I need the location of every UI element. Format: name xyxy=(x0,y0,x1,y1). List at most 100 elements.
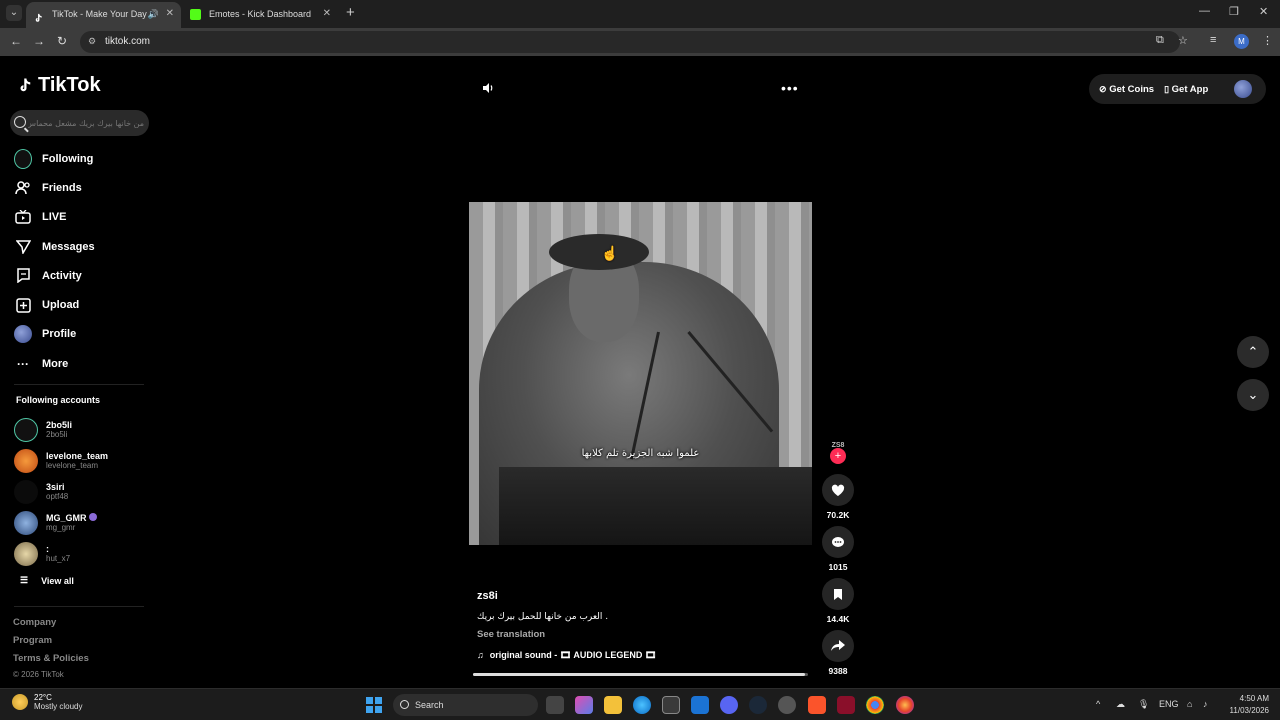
mail-icon[interactable] xyxy=(691,696,709,714)
taskbar-search[interactable]: Search xyxy=(393,694,538,716)
language-indicator[interactable]: ENG xyxy=(1159,699,1179,709)
save-action[interactable]: 14.4K xyxy=(822,578,854,624)
discord-icon[interactable] xyxy=(720,696,738,714)
brave-icon[interactable] xyxy=(808,696,826,714)
close-window-icon[interactable]: ✕ xyxy=(1259,5,1268,18)
media-control-icon[interactable]: ≡ xyxy=(1210,34,1216,46)
tab-close-icon[interactable]: ✕ xyxy=(166,2,174,26)
sidebar-item-more[interactable]: ··· More xyxy=(14,349,154,378)
see-translation-link[interactable]: See translation xyxy=(477,629,817,640)
firefox-icon[interactable] xyxy=(896,696,914,714)
sidebar-item-friends[interactable]: Friends xyxy=(14,173,154,202)
sidebar-item-label: Messages xyxy=(42,240,95,253)
new-tab-button[interactable]: + xyxy=(346,4,355,21)
steam-icon[interactable] xyxy=(749,696,767,714)
onedrive-icon[interactable]: ☁ xyxy=(1116,699,1125,710)
comment-icon[interactable] xyxy=(822,526,854,558)
sidebar-item-profile[interactable]: Profile xyxy=(14,320,154,349)
sidebar-item-messages[interactable]: Messages xyxy=(14,232,154,261)
account-item[interactable]: levelone_team levelone_team xyxy=(14,445,154,476)
search-bar[interactable] xyxy=(10,110,149,136)
sidebar-item-upload[interactable]: Upload xyxy=(14,290,154,319)
follow-plus-button[interactable]: + xyxy=(830,448,846,464)
get-app-button[interactable]: ▯ Get App xyxy=(1164,84,1208,95)
following-accounts-list: 2bo5li 2bo5li levelone_team levelone_team … xyxy=(14,414,154,569)
weather-widget[interactable]: 22°C Mostly cloudy xyxy=(12,693,82,711)
omnibox[interactable]: ⚙ tiktok.com xyxy=(80,31,1180,53)
adobe-icon[interactable] xyxy=(837,696,855,714)
user-avatar[interactable] xyxy=(1234,80,1252,98)
sidebar-item-label: Activity xyxy=(42,269,82,282)
windows-start-icon[interactable] xyxy=(366,697,382,713)
share-icon[interactable] xyxy=(822,630,854,662)
account-item[interactable]: : hut_x7 xyxy=(14,538,154,569)
store-icon[interactable] xyxy=(662,696,680,714)
video-username[interactable]: zs8i xyxy=(477,590,817,602)
share-count: 9388 xyxy=(828,666,848,676)
file-explorer-icon[interactable] xyxy=(604,696,622,714)
video-player[interactable] xyxy=(469,202,812,545)
speaker-icon[interactable]: ♪ xyxy=(1203,699,1208,709)
tab-close-icon[interactable]: ✕ xyxy=(323,2,331,26)
restore-icon[interactable]: ❐ xyxy=(1229,5,1239,18)
heart-icon[interactable] xyxy=(822,474,854,506)
account-item[interactable]: MG_GMR mg_gmr xyxy=(14,507,154,538)
account-handle: levelone_team xyxy=(46,461,99,470)
microphone-icon[interactable]: 🎙 xyxy=(1138,699,1149,710)
previous-video-icon[interactable]: ⌃ xyxy=(1237,336,1269,368)
video-subtitle: علموا شبه الجزيرة تلم كلابها xyxy=(581,448,700,459)
account-item[interactable]: 2bo5li 2bo5li xyxy=(14,414,154,445)
bookmark-icon[interactable] xyxy=(822,578,854,610)
app-icon[interactable] xyxy=(778,696,796,714)
tab-tiktok[interactable]: TikTok - Make Your Day 🔊 ✕ xyxy=(26,2,181,28)
task-view-icon[interactable] xyxy=(546,696,564,714)
get-coins-button[interactable]: ⊘ Get Coins xyxy=(1099,84,1154,95)
bookmark-star-icon[interactable]: ☆ xyxy=(1178,34,1188,47)
footer-links: Company Program Terms & Policies xyxy=(13,617,89,671)
site-info-icon[interactable]: ⚙ xyxy=(88,36,100,48)
sidebar-item-live[interactable]: LIVE xyxy=(14,203,154,232)
forward-icon[interactable]: → xyxy=(33,34,45,48)
tab-search-button[interactable]: ⌄ xyxy=(6,5,22,21)
tab-audio-icon[interactable]: 🔊 xyxy=(148,2,159,26)
network-icon[interactable]: ⌂ xyxy=(1187,699,1192,709)
comment-action[interactable]: 1015 xyxy=(822,526,854,572)
footer-link-program[interactable]: Program xyxy=(13,635,89,653)
search-input[interactable] xyxy=(28,114,144,132)
reload-icon[interactable]: ↻ xyxy=(57,34,67,48)
account-avatar xyxy=(14,510,38,535)
footer-link-terms[interactable]: Terms & Policies xyxy=(13,653,89,671)
tray-overflow-icon[interactable]: ^ xyxy=(1096,699,1100,709)
like-action[interactable]: 70.2K xyxy=(822,474,854,520)
view-all-button[interactable]: ☰ View all xyxy=(20,575,74,586)
video-more-icon[interactable]: ••• xyxy=(781,80,799,96)
video-sound[interactable]: ♫ original sound - 🎞 AUDIO LEGEND 🎞 xyxy=(477,650,817,661)
copilot-icon[interactable] xyxy=(575,696,593,714)
chrome-icon[interactable] xyxy=(866,696,884,714)
account-handle: optf48 xyxy=(46,492,69,501)
tiktok-logo[interactable]: TikTok xyxy=(16,74,101,97)
minimize-icon[interactable]: — xyxy=(1199,5,1210,17)
get-app-label: Get App xyxy=(1171,83,1209,95)
system-clock[interactable]: 4:50 AM 11/03/2026 xyxy=(1224,693,1269,717)
video-progress-bar[interactable] xyxy=(473,673,808,676)
like-count: 70.2K xyxy=(826,510,850,520)
account-name: 2bo5li xyxy=(46,420,73,430)
share-action[interactable]: 9388 xyxy=(822,630,854,676)
video-podium xyxy=(499,467,812,545)
install-app-icon[interactable]: ⧉ xyxy=(1156,34,1164,47)
browser-profile-avatar[interactable]: M xyxy=(1234,34,1249,49)
sidebar-item-following[interactable]: Following xyxy=(14,144,154,173)
tab-kick[interactable]: Emotes - Kick Dashboard ✕ xyxy=(183,2,338,28)
next-video-icon[interactable]: ⌄ xyxy=(1237,379,1269,411)
browser-menu-icon[interactable]: ⋮ xyxy=(1262,34,1273,47)
volume-icon[interactable] xyxy=(482,82,494,97)
footer-link-company[interactable]: Company xyxy=(13,617,89,635)
account-item[interactable]: 3siri optf48 xyxy=(14,476,154,507)
edge-icon[interactable] xyxy=(633,696,651,714)
account-handle: hut_x7 xyxy=(46,554,71,563)
account-handle: 2bo5li xyxy=(46,430,68,439)
search-icon[interactable] xyxy=(14,116,26,128)
sidebar-item-activity[interactable]: Activity xyxy=(14,261,154,290)
back-icon[interactable]: ← xyxy=(10,34,22,48)
